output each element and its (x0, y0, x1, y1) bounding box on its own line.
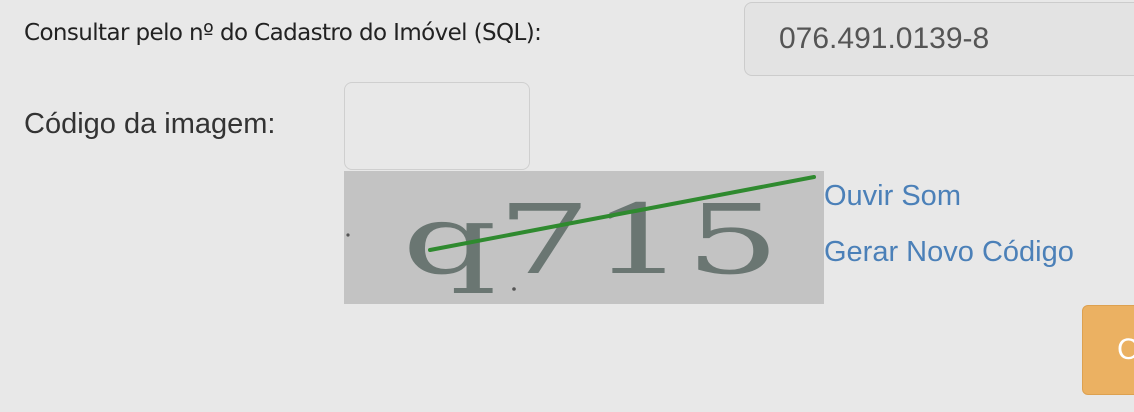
captcha-text: q715 (402, 184, 780, 296)
sql-number-input[interactable] (744, 2, 1134, 76)
submit-button[interactable]: C (1082, 305, 1134, 395)
captcha-graphic: q715 (344, 171, 824, 304)
captcha-noise-dot (346, 233, 350, 237)
image-code-input[interactable] (344, 82, 530, 170)
image-code-label: Código da imagem: (24, 108, 276, 140)
sql-number-label: Consultar pelo nº do Cadastro do Imóvel … (24, 20, 542, 46)
generate-new-code-link[interactable]: Gerar Novo Código (824, 236, 1074, 269)
sql-lookup-panel: Consultar pelo nº do Cadastro do Imóvel … (0, 0, 1134, 412)
captcha-image: q715 (344, 171, 824, 304)
play-audio-link[interactable]: Ouvir Som (824, 180, 961, 213)
captcha-noise-dot (512, 287, 516, 291)
